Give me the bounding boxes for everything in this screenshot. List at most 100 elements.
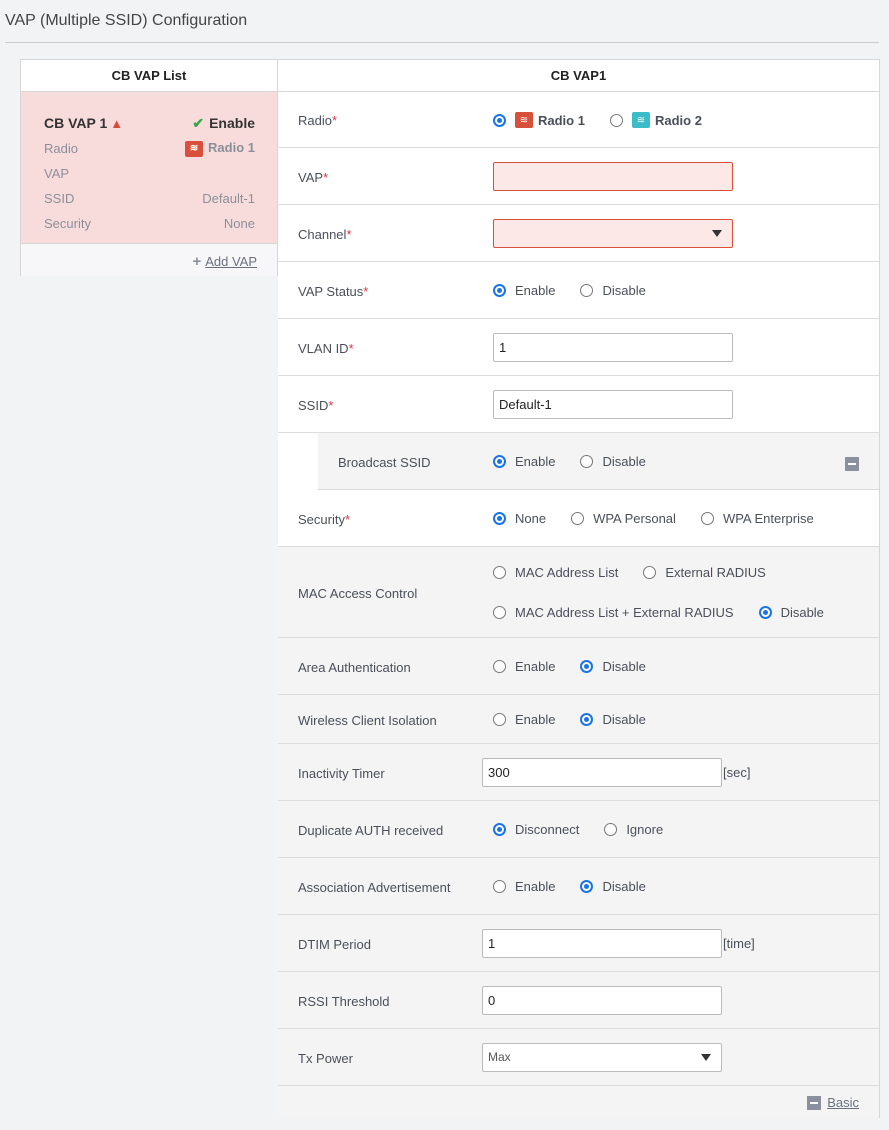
option-mac-access-control-mac-address-list[interactable]: MAC Address List [493,565,618,580]
option-duplicate-auth-received-ignore[interactable]: Ignore [604,822,663,837]
radio-button[interactable] [609,113,623,127]
option-security-wpa-personal[interactable]: WPA Personal [571,511,676,526]
radio-button[interactable] [580,660,594,673]
field-value: 1 [488,936,496,951]
vap-list-header: CB VAP List [21,60,277,92]
option-association-advertisement-enable[interactable]: Enable [493,879,555,894]
option-duplicate-auth-received-disconnect[interactable]: Disconnect [493,822,579,837]
option-security-wpa-enterprise[interactable]: WPA Enterprise [700,511,814,526]
vap-list-panel: CB VAP List CB VAP 1 ▲ ✔ Enable Radio ≋ Radi… [20,59,278,276]
rssi-threshold-input[interactable]: 0 [482,986,722,1015]
radio-button[interactable] [493,606,506,619]
radio-button[interactable] [758,606,772,619]
required-marker: * [331,113,338,128]
option-association-advertisement-disable[interactable]: Disable [580,879,646,894]
option-label: WPA Enterprise [722,511,814,526]
field-value: Max [488,1050,511,1064]
radio-button[interactable] [493,566,506,579]
option-label: External RADIUS [665,565,766,580]
radio-button[interactable] [580,713,594,726]
wifi-icon: ≋ [515,112,533,128]
footer: Basic [278,1086,879,1118]
option-mac-access-control-mac-address-list-external-radius[interactable]: MAC Address List + External RADIUS [493,605,734,620]
add-vap-link[interactable]: Add VAP [205,254,257,269]
collapse-icon[interactable] [845,457,859,471]
radio-button[interactable] [580,880,594,893]
vap-config-panel: CB VAP1 Radio* ≋ Radio 1 ≋ Radio 2 VAP* Channe… [278,59,880,1118]
radio-button[interactable] [643,566,657,579]
option-label: Enable [515,283,556,298]
radio-button[interactable] [493,713,506,726]
option-label: Disable [602,659,646,674]
row-wireless-client-isolation: Wireless Client Isolation Enable Disable [278,695,879,744]
radio-button[interactable] [604,823,618,836]
option-security-none[interactable]: None [493,511,546,526]
warning-icon: ▲ [110,116,124,131]
basic-link[interactable]: Basic [827,1095,859,1110]
association-advertisement-radio-group: Enable Disable [493,879,671,894]
radio-button[interactable] [700,512,714,525]
vap-input[interactable] [493,162,733,191]
option-wireless-client-isolation-disable[interactable]: Disable [580,712,646,727]
label-mac-access-control: MAC Access Control [298,586,417,601]
option-label: Radio 2 [654,112,702,128]
radio-button[interactable] [580,284,594,297]
radio-button[interactable] [493,284,506,297]
label-text: VAP Status [298,284,364,299]
label-vlan-id: VLAN ID* [298,341,354,356]
label-text: Broadcast SSID [338,455,431,470]
radio-button[interactable] [493,455,506,468]
option-label: Enable [515,454,556,469]
vap-card[interactable]: CB VAP 1 ▲ ✔ Enable Radio ≋ Radio 1 VAP SSID… [21,92,277,244]
dropdown-arrow-icon [701,1054,711,1061]
row-vap: VAP* [278,148,879,205]
label-text: Radio [298,113,332,128]
collapse-icon[interactable] [807,1095,822,1110]
option-radio-radio-2[interactable]: ≋ Radio 2 [609,112,702,128]
option-broadcast-ssid-disable[interactable]: Disable [580,454,646,469]
row-vlan-id: VLAN ID* 1 [278,319,879,376]
page-title: VAP (Multiple SSID) Configuration [5,12,248,29]
dtim-period-input[interactable]: 1 [482,929,722,958]
label-channel: Channel* [298,227,352,242]
plus-icon: + [192,253,202,270]
option-wireless-client-isolation-enable[interactable]: Enable [493,712,555,727]
radio-button[interactable] [493,660,506,673]
field-value: 300 [488,765,510,780]
row-tx-power: Tx Power Max [278,1029,879,1086]
option-area-authentication-disable[interactable]: Disable [580,659,646,674]
option-radio-radio-1[interactable]: ≋ Radio 1 [493,112,585,128]
option-vap-status-enable[interactable]: Enable [493,283,555,298]
field-value: 1 [499,340,507,355]
radio-button[interactable] [571,512,585,525]
row-rssi-threshold: RSSI Threshold 0 [278,972,879,1029]
option-vap-status-disable[interactable]: Disable [580,283,646,298]
card-value-radio: Radio 1 [208,140,255,156]
vlan-id-input[interactable]: 1 [493,333,733,362]
option-mac-access-control-disable[interactable]: Disable [758,605,824,620]
option-mac-access-control-external-radius[interactable]: External RADIUS [643,565,766,580]
ssid-input[interactable]: Default-1 [493,390,733,419]
option-area-authentication-enable[interactable]: Enable [493,659,555,674]
security-radio-group: None WPA Personal WPA Enterprise [493,511,839,526]
radio-button[interactable] [493,880,506,893]
required-marker: * [348,341,354,356]
option-broadcast-ssid-enable[interactable]: Enable [493,454,555,469]
tx-power-select[interactable]: Max [482,1043,722,1072]
field-value: 0 [488,993,496,1008]
row-dtim-period: DTIM Period 1 [time] [278,915,879,972]
label-text: Duplicate AUTH received [298,823,444,838]
label-duplicate-auth-received: Duplicate AUTH received [298,823,443,838]
inactivity-timer-input[interactable]: 300 [482,758,722,787]
option-label: Disable [602,712,646,727]
radio-button[interactable] [493,823,506,836]
label-dtim-period: DTIM Period [298,937,371,952]
label-wireless-client-isolation: Wireless Client Isolation [298,713,437,728]
radio-button[interactable] [493,512,506,525]
radio-button[interactable] [493,113,506,127]
field-value: Default-1 [499,397,552,412]
radio-button[interactable] [580,455,594,468]
label-text: VLAN ID [298,341,349,356]
label-text: Tx Power [298,1051,353,1066]
channel-select[interactable] [493,219,733,248]
